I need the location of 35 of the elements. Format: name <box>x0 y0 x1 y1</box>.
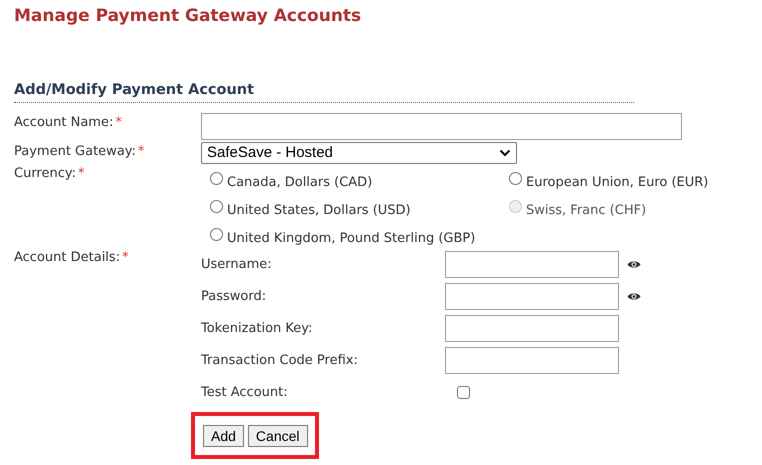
required-mark: * <box>138 144 144 159</box>
radio-label[interactable]: Canada, Dollars (CAD) <box>227 174 372 192</box>
field-label: Username: <box>201 256 273 272</box>
form-button[interactable]: Cancel <box>248 425 308 447</box>
input-field[interactable] <box>445 314 619 342</box>
eye-icon[interactable] <box>627 260 641 268</box>
field-label: Payment Gateway: <box>14 144 136 159</box>
input-field[interactable] <box>445 346 619 374</box>
account-name-field[interactable] <box>201 113 682 140</box>
radio-button[interactable] <box>509 172 522 185</box>
chevron-down-icon <box>499 149 511 157</box>
form-button[interactable]: Add <box>203 425 244 447</box>
input-field[interactable] <box>445 282 619 310</box>
required-mark: * <box>78 166 85 181</box>
section-heading: Add/Modify Payment Account <box>14 82 634 103</box>
field-label: Currency: <box>14 166 76 181</box>
radio-button[interactable] <box>210 228 223 241</box>
page-title: Manage Payment Gateway Accounts <box>14 6 362 28</box>
checkbox[interactable] <box>457 386 470 398</box>
radio-label[interactable]: United States, Dollars (USD) <box>227 202 411 220</box>
input-field[interactable] <box>445 250 619 278</box>
radio-label[interactable]: United Kingdom, Pound Sterling (GBP) <box>227 230 476 248</box>
required-mark: * <box>122 250 129 265</box>
radio-button[interactable] <box>210 172 223 185</box>
radio-label[interactable]: European Union, Euro (EUR) <box>526 174 708 192</box>
eye-icon[interactable] <box>627 292 641 300</box>
required-mark: * <box>115 115 122 130</box>
gateway-dropdown[interactable]: SafeSave - Hosted <box>201 142 517 164</box>
field-label: Account Details: <box>14 250 120 265</box>
radio-button[interactable] <box>210 200 223 213</box>
field-label: Account Name: <box>14 115 114 130</box>
field-label: Test Account: <box>201 384 289 400</box>
field-label: Tokenization Key: <box>201 320 314 336</box>
field-label: Password: <box>201 288 268 304</box>
field-label: Transaction Code Prefix: <box>201 352 359 368</box>
